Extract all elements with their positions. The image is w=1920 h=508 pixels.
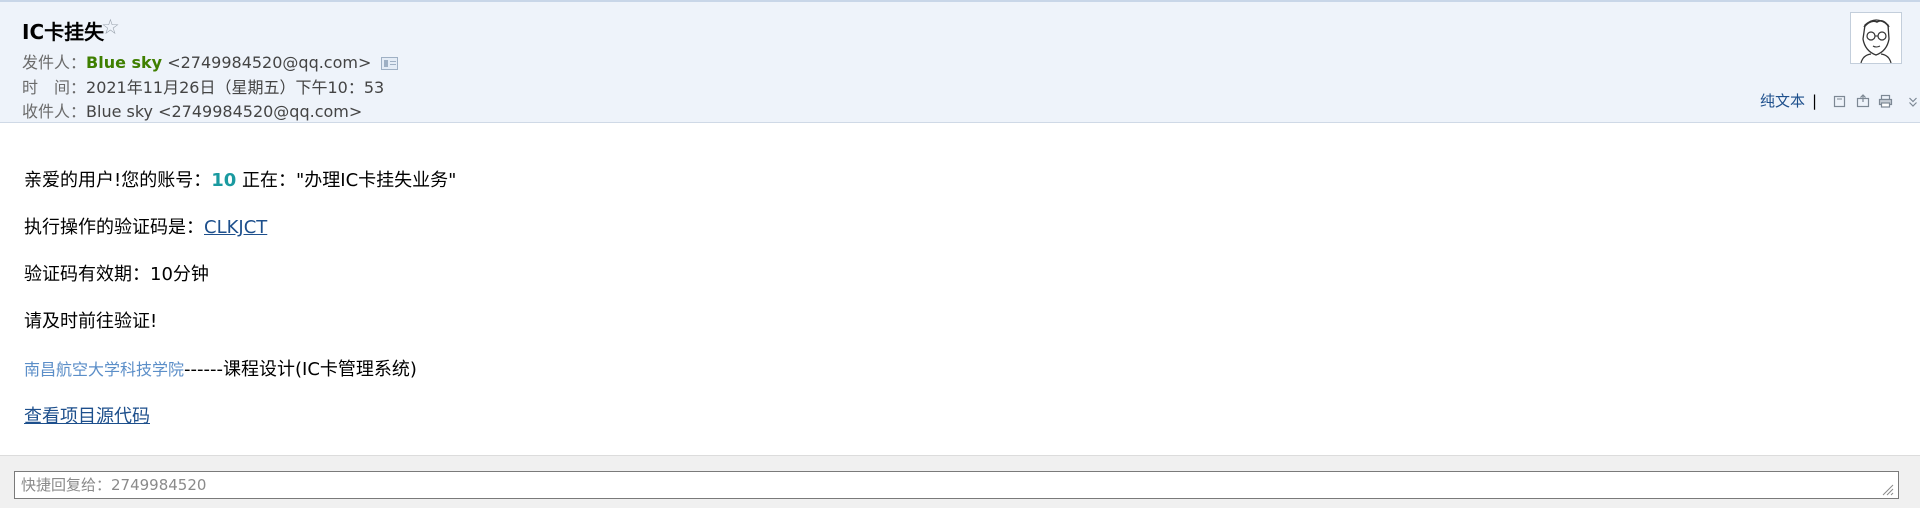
resize-grip-icon[interactable] xyxy=(1880,481,1894,501)
to-row: 收件人：Blue sky <2749984520@qq.com> xyxy=(22,98,362,122)
to-label: 收件人： xyxy=(22,102,87,121)
time-value: 2021年11月26日（星期五）下午10：53 xyxy=(86,78,385,97)
account-number: 10 xyxy=(211,170,237,191)
mail-tools: 纯文本 | xyxy=(1760,90,1918,112)
body-line-reminder: 请及时前往验证! xyxy=(24,311,158,332)
star-icon[interactable]: ☆ xyxy=(101,15,120,39)
body-line-school: 南昌航空大学科技学院------课程设计(IC卡管理系统) xyxy=(24,355,417,381)
from-row: 发件人：Blue sky <2749984520@qq.com> xyxy=(22,49,399,73)
account-text-pre: 亲爱的用户!您的账号： xyxy=(24,170,212,191)
course-text: ------课程设计(IC卡管理系统) xyxy=(184,359,417,380)
export-icon[interactable] xyxy=(1856,94,1870,112)
mail-header: IC卡挂失 ☆ 发件人：Blue sky <2749984520@qq.com>… xyxy=(0,2,1920,123)
time-row: 时 间：2021年11月26日（星期五）下午10：53 xyxy=(22,74,384,98)
school-name: 南昌航空大学科技学院 xyxy=(24,360,185,379)
verification-code-link[interactable]: CLKJCT xyxy=(204,217,267,238)
new-window-icon[interactable] xyxy=(1833,94,1847,112)
body-line-code: 执行操作的验证码是：CLKJCT xyxy=(24,213,267,239)
avatar-sketch-icon xyxy=(1860,19,1892,64)
quick-reply-input[interactable] xyxy=(14,471,1899,499)
from-label: 发件人： xyxy=(22,53,87,72)
time-label: 时 间： xyxy=(22,78,87,97)
tool-separator: | xyxy=(1812,92,1818,110)
view-source-link[interactable]: 查看项目源代码 xyxy=(24,406,150,427)
sender-name[interactable]: Blue sky xyxy=(86,53,162,72)
body-line-source: 查看项目源代码 xyxy=(24,402,150,428)
sender-address: <2749984520@qq.com> xyxy=(167,53,372,72)
print-icon[interactable] xyxy=(1878,94,1893,112)
chevron-down-icon[interactable] xyxy=(1908,94,1918,112)
mail-subject: IC卡挂失 xyxy=(22,20,105,44)
body-line-validity: 验证码有效期：10分钟 xyxy=(24,264,209,285)
recipient-value: Blue sky <2749984520@qq.com> xyxy=(86,102,363,121)
code-text-pre: 执行操作的验证码是： xyxy=(24,217,204,238)
body-line-account: 亲爱的用户!您的账号：10 正在："办理IC卡挂失业务" xyxy=(24,166,456,192)
quick-reply-bar xyxy=(0,455,1920,508)
contact-card-icon[interactable] xyxy=(381,57,399,70)
avatar[interactable] xyxy=(1850,12,1902,64)
plain-text-link[interactable]: 纯文本 xyxy=(1760,92,1805,110)
account-text-post: 正在："办理IC卡挂失业务" xyxy=(236,170,457,191)
